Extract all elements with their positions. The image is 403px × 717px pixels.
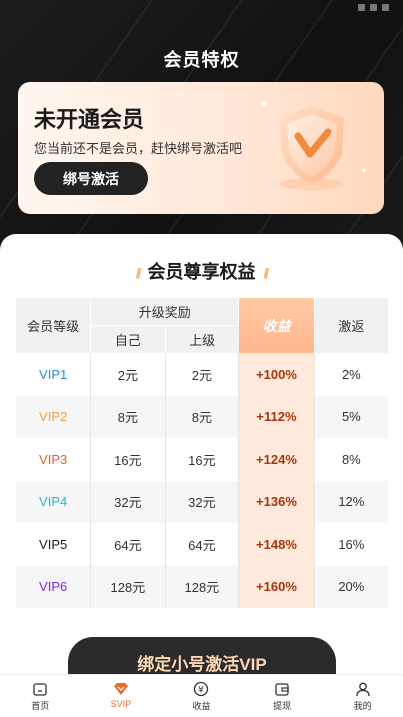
wifi-icon [370,4,377,11]
cell-rebate: 16% [338,536,365,552]
header-self: 自己 [90,325,166,353]
cell-self: 32元 [90,480,166,523]
cell-parent: 16元 [165,438,240,481]
tab-withdraw[interactable]: 提现 [242,675,323,717]
table-row: VIP4 32元 32元 +136% 12% [16,480,388,523]
cell-profit: +148% [238,523,315,566]
cell-self: 2元 [90,353,166,396]
cell-profit: +160% [238,565,315,608]
cell-level: VIP6 [16,565,92,608]
cell-profit: +100% [238,353,315,396]
member-benefits-section: //会员尊享权益// 会员等级 升级奖励 收益 激返 自己 上级 VIP1 2元 2… [0,234,403,674]
member-status-description: 您当前还不是会员，赶快绑号激活吧 [34,141,243,156]
cell-level: VIP5 [16,523,92,566]
cell-self: 64元 [90,523,166,566]
benefits-title: //会员尊享权益// [135,262,270,282]
cell-parent: 2元 [165,353,240,396]
title-decoration-icon: // [135,265,142,281]
tab-label: 提现 [273,701,292,711]
cell-profit: +112% [238,395,315,438]
tab-svip[interactable]: SVIP [81,675,162,717]
cell-rebate: 8% [341,451,361,467]
cell-rebate: 2% [341,366,361,382]
header-profit: 收益 [238,298,315,353]
status-icons [358,4,389,11]
tab-label: 我的 [353,701,372,711]
cell-self: 16元 [90,438,166,481]
status-bar [0,0,403,20]
cell-rebate: 20% [314,565,388,608]
cell-profit: +136% [238,480,315,523]
member-status-title: 未开通会员 [34,107,145,132]
cell-level: VIP4 [16,480,92,523]
cell-level: VIP2 [16,395,92,438]
bottom-tab-bar: 首页 SVIP ¥ 收益 提现 我的 [0,674,403,717]
tab-home[interactable]: 首页 [0,675,81,717]
home-icon [33,683,47,696]
tab-label: 首页 [31,701,50,711]
svg-text:¥: ¥ [199,686,205,696]
diamond-icon [113,683,128,695]
wallet-icon [275,683,289,696]
tab-label: 收益 [192,701,211,711]
tab-mine[interactable]: 我的 [322,675,403,717]
cell-profit: +124% [238,438,315,481]
header-level: 会员等级 [16,298,92,353]
cell-self: 8元 [90,395,166,438]
cell-parent: 64元 [165,523,240,566]
signal-icon [358,4,365,11]
tab-label: SVIP [110,699,132,709]
table-row: VIP2 8元 8元 +112% 5% [16,395,388,438]
battery-icon [382,4,389,11]
benefits-table: 会员等级 升级奖励 收益 激返 自己 上级 VIP1 2元 2元 +100% 2% VIP… [16,298,388,608]
table-row: VIP1 2元 2元 +100% 2% [16,353,388,396]
table-row: VIP6 128元 128元 +160% 20% [16,565,388,608]
cell-level: VIP3 [16,438,92,481]
cell-parent: 128元 [165,565,240,608]
table-row: VIP3 16元 16元 +124% 8% [16,438,388,481]
cell-self: 128元 [90,565,166,608]
cell-parent: 32元 [165,480,240,523]
bind-activate-button[interactable]: 绑号激活 [34,162,148,195]
member-status-card: 未开通会员 您当前还不是会员，赶快绑号激活吧 绑号激活 ✦ ✦ [18,82,384,214]
yen-coin-icon: ¥ [194,681,209,697]
header-upgrade-reward: 升级奖励 [90,298,240,326]
cell-level: VIP1 [16,353,92,396]
user-icon [356,682,370,697]
cell-parent: 8元 [165,395,240,438]
table-row: VIP5 64元 64元 +148% 16% [16,523,388,566]
cell-rebate: 5% [314,395,388,438]
cell-rebate: 12% [314,480,388,523]
tab-earnings[interactable]: ¥ 收益 [161,675,242,717]
page-title: 会员特权 [163,50,240,70]
vip-shield-badge-icon: ✦ ✦ [258,96,368,196]
header-parent: 上级 [165,325,239,353]
title-decoration-icon: // [263,265,270,281]
header-rebate: 激返 [314,298,388,353]
